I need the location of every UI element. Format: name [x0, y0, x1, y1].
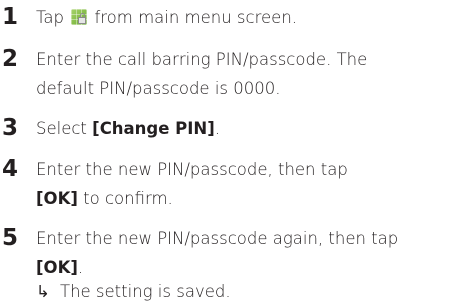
step-text-after: . — [214, 119, 221, 138]
step-number: 2 — [2, 46, 19, 72]
step-text-after: . — [77, 258, 84, 277]
step-line-2: [OK]. — [36, 253, 460, 282]
step-text: Tap from main menu screen. — [36, 3, 460, 32]
call-barring-lock-icon — [71, 9, 88, 25]
step-number: 5 — [2, 225, 19, 251]
change-pin-label: [Change PIN] — [92, 119, 215, 138]
ok-label: [OK] — [36, 189, 78, 208]
step-text-after: to confirm. — [83, 189, 173, 208]
result-arrow-icon: ↳ — [36, 282, 50, 301]
step-text: Enter the new PIN/passcode, then tap [OK… — [36, 155, 460, 213]
step-text-before: Select — [36, 119, 87, 138]
step-number: 3 — [2, 115, 19, 141]
result-text: The setting is saved. — [60, 282, 231, 301]
step-text-before: Tap — [36, 8, 64, 27]
step-line-2: [OK] to confirm. — [36, 184, 460, 213]
ok-label: [OK] — [36, 258, 78, 277]
step-line-1: Enter the call barring PIN/passcode. The — [36, 50, 368, 69]
step-line-1: Enter the new PIN/passcode again, then t… — [36, 229, 399, 248]
step-number: 4 — [2, 156, 19, 182]
step-text: Select [Change PIN]. — [36, 114, 460, 143]
step-line-1: Enter the new PIN/passcode, then tap — [36, 160, 348, 179]
step-number: 1 — [2, 4, 19, 30]
step-result: ↳ The setting is saved. — [36, 280, 231, 304]
step-text-after: from main menu screen. — [94, 8, 298, 27]
step-line-2: default PIN/passcode is 0000. — [36, 79, 281, 98]
step-text: Enter the call barring PIN/passcode. The… — [36, 45, 460, 103]
step-text: Enter the new PIN/passcode again, then t… — [36, 224, 460, 282]
